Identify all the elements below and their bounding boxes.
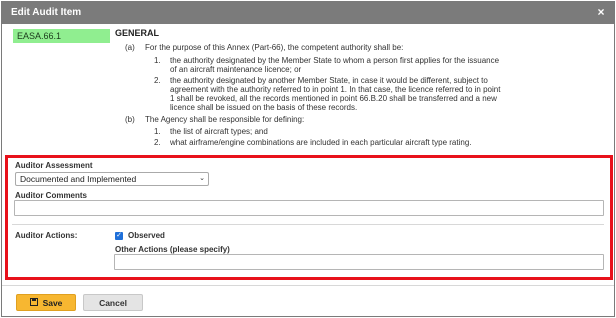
clause-text: the list of aircraft types; and: [170, 127, 268, 136]
chevron-down-icon: ⌄: [199, 175, 205, 182]
clause-text: 1 shall be revoked, all the records ment…: [170, 94, 497, 103]
clause-text: what airframe/engine combinations are in…: [170, 138, 472, 147]
floppy-disk-icon: [29, 295, 38, 312]
actions-label: Auditor Actions:: [15, 231, 78, 240]
assessment-label: Auditor Assessment: [15, 161, 93, 170]
assessment-selected-value: Documented and Implemented: [20, 174, 137, 184]
clause-label: 1.: [154, 56, 161, 65]
dialog-title: Edit Audit Item: [11, 7, 82, 18]
other-actions-input[interactable]: [114, 254, 604, 270]
clause-text: of an aircraft maintenance licence; or: [170, 65, 302, 74]
dialog-titlebar: Edit Audit Item ×: [2, 2, 614, 24]
clause-text: The Agency shall be responsible for defi…: [145, 115, 305, 124]
clause-text: For the purpose of this Annex (Part-66),…: [145, 43, 404, 52]
assessment-select[interactable]: Documented and Implemented ⌄: [15, 172, 209, 186]
comments-label: Auditor Comments: [15, 191, 87, 200]
clause-label: (a): [125, 43, 135, 52]
save-label: Save: [42, 298, 63, 308]
reference-badge: EASA.66.1: [13, 29, 110, 43]
observed-label: Observed: [128, 231, 165, 240]
cancel-label: Cancel: [99, 298, 127, 308]
clause-label: 1.: [154, 127, 161, 136]
close-icon[interactable]: ×: [594, 5, 608, 19]
footer-divider: [2, 285, 614, 286]
clause-text: the authority designated by the Member S…: [170, 56, 500, 65]
edit-audit-item-dialog: Edit Audit Item × EASA.66.1 GENERAL (a) …: [1, 1, 615, 317]
save-button[interactable]: Save: [16, 294, 76, 311]
clause-label: 2.: [154, 138, 161, 147]
other-actions-label: Other Actions (please specify): [115, 245, 230, 254]
cancel-button[interactable]: Cancel: [83, 294, 143, 311]
clause-text: licence shall be issued on the basis of …: [170, 103, 358, 112]
comments-input[interactable]: [14, 200, 604, 216]
section-divider: [12, 224, 604, 225]
clause-label: (b): [125, 115, 135, 124]
observed-checkbox[interactable]: ✓: [115, 232, 123, 240]
clause-text: the authority designated by another Memb…: [170, 76, 488, 85]
item-heading: GENERAL: [115, 28, 160, 38]
clause-text: agreement with the authority referred to…: [170, 85, 501, 94]
check-icon: ✓: [116, 232, 122, 239]
clause-label: 2.: [154, 76, 161, 85]
